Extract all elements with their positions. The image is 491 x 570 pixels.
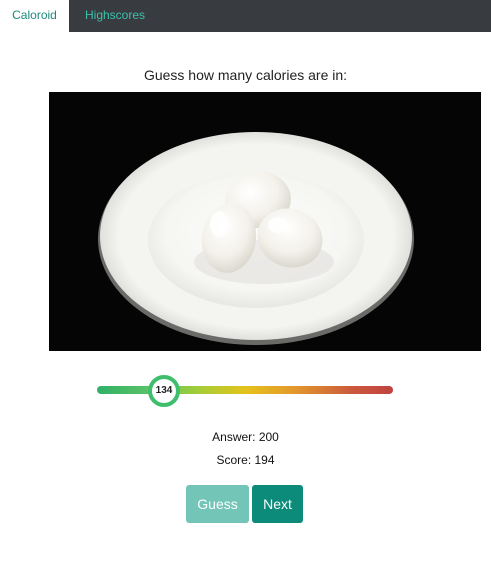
food-image [49, 92, 481, 351]
tab-caloroid[interactable]: Caloroid [0, 0, 69, 32]
answer-text: Answer: 200 [212, 430, 279, 444]
calorie-slider[interactable]: 134 [97, 375, 393, 407]
tab-highscores[interactable]: Highscores [69, 0, 161, 32]
top-navigation-bar: Caloroid Highscores [0, 0, 491, 32]
guess-button[interactable]: Guess [186, 485, 249, 523]
question-prompt: Guess how many calories are in: [143, 67, 348, 83]
slider-thumb[interactable]: 134 [148, 375, 180, 407]
slider-track[interactable] [97, 386, 393, 394]
next-button[interactable]: Next [252, 485, 303, 523]
score-text: Score: 194 [216, 453, 275, 467]
